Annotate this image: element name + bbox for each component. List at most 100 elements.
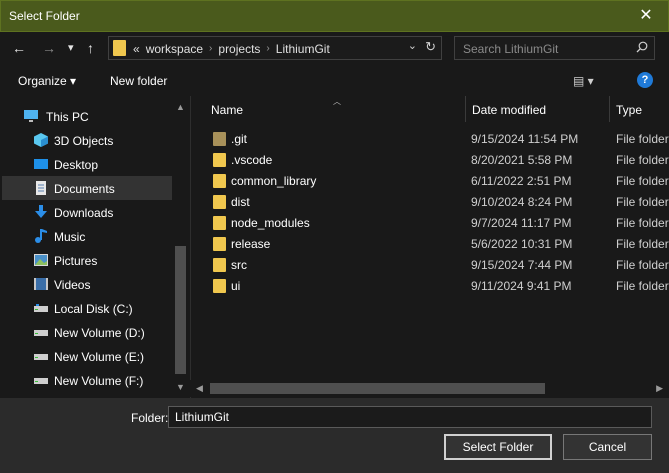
sidebar-item-new-volume-d[interactable]: New Volume (D:) [2,320,172,344]
file-list: ︿ Name Date modified Type .git 9/15/2024… [190,96,669,398]
file-type: File folder [616,153,669,167]
sidebar-item-label: Videos [54,278,91,292]
up-arrow-icon[interactable]: ↑ [87,40,94,56]
file-type: File folder [616,195,669,209]
title-bar: Select Folder ✕ [0,0,669,32]
drive-icon [34,354,48,360]
drive-icon [34,330,48,336]
scroll-up-icon[interactable]: ▲ [176,102,185,112]
file-name: dist [231,195,250,209]
view-options-icon[interactable]: ▤ ▾ [573,74,594,88]
cube-icon [34,133,48,147]
list-item[interactable]: src 9/15/2024 7:44 PM File folder [191,254,669,275]
sidebar-item-new-volume-f[interactable]: New Volume (F:) [2,368,172,392]
cancel-button[interactable]: Cancel [563,434,652,460]
folder-field-label: Folder: [131,411,169,425]
breadcrumb: « workspace › projects › LithiumGit [133,42,330,56]
sidebar-item-downloads[interactable]: Downloads [2,200,172,224]
file-date: 9/11/2024 9:41 PM [471,279,572,293]
new-folder-button[interactable]: New folder [110,74,167,88]
drive-icon [34,378,48,384]
file-type: File folder [616,216,669,230]
monitor-icon [24,110,38,122]
search-placeholder: Search LithiumGit [463,42,559,56]
list-item[interactable]: node_modules 9/7/2024 11:17 PM File fold… [191,212,669,233]
sidebar-item-label: Pictures [54,254,98,268]
sidebar-item-label: 3D Objects [54,134,114,148]
scroll-down-icon[interactable]: ▼ [176,382,185,392]
folder-icon [213,132,226,146]
breadcrumb-item-lithiumgit[interactable]: LithiumGit [276,42,330,56]
breadcrumb-overflow[interactable]: « [133,42,140,56]
file-type: File folder [616,237,669,251]
download-icon [35,205,47,218]
sidebar-item-videos[interactable]: Videos [2,272,172,296]
sidebar-scrollbar[interactable]: ▲ ▼ [172,96,189,398]
breadcrumb-item-projects[interactable]: projects [218,42,260,56]
list-item[interactable]: common_library 6/11/2022 2:51 PM File fo… [191,170,669,191]
folder-icon [213,195,226,209]
sidebar-item-new-volume-e[interactable]: New Volume (E:) [2,344,172,368]
forward-arrow-icon[interactable]: → [42,40,56,56]
sidebar-item-this-pc[interactable]: This PC [2,104,172,128]
organize-button[interactable]: Organize ▾ [18,74,76,88]
sidebar-item-label: Local Disk (C:) [54,302,133,316]
column-header-type[interactable]: Type [610,96,669,122]
folder-icon [213,279,226,293]
sidebar-item-desktop[interactable]: Desktop [2,152,172,176]
breadcrumb-separator-icon[interactable]: › [266,43,269,56]
file-date: 9/15/2024 11:54 PM [471,132,579,146]
sidebar-item-3d-objects[interactable]: 3D Objects [2,128,172,152]
search-input[interactable]: Search LithiumGit [454,36,655,60]
list-item[interactable]: ui 9/11/2024 9:41 PM File folder [191,275,669,296]
list-item[interactable]: .vscode 8/20/2021 5:58 PM File folder [191,149,669,170]
refresh-icon[interactable]: ↻ [425,39,436,55]
dialog-footer: Folder: Select Folder Cancel [0,398,669,473]
file-type: File folder [616,132,669,146]
folder-icon [213,174,226,188]
picture-icon [34,254,48,266]
horizontal-scrollbar[interactable]: ◀ ▶ [190,380,669,397]
sidebar-item-label: Music [54,230,86,244]
file-date: 9/15/2024 7:44 PM [471,258,573,272]
desktop-icon [34,159,48,169]
list-item[interactable]: dist 9/10/2024 8:24 PM File folder [191,191,669,212]
folder-name-input[interactable] [168,406,652,428]
select-folder-button[interactable]: Select Folder [444,434,552,460]
scroll-left-icon[interactable]: ◀ [196,383,203,394]
file-name: ui [231,279,241,293]
breadcrumb-item-workspace[interactable]: workspace [146,42,203,56]
column-header-date[interactable]: Date modified [466,96,610,122]
sidebar-item-label: Downloads [54,206,114,220]
folder-icon [213,153,226,167]
recent-locations-chevron-icon[interactable]: ▾ [68,40,74,56]
search-icon [636,41,648,53]
drive-icon [34,304,48,312]
sidebar-item-label: This PC [46,110,89,124]
file-name: src [231,258,247,272]
sidebar-item-label: New Volume (D:) [54,326,145,340]
column-header-name[interactable]: Name [191,96,466,122]
file-name: .vscode [231,153,273,167]
sidebar-item-label: Desktop [54,158,99,172]
scroll-right-icon[interactable]: ▶ [656,383,663,394]
sidebar-item-music[interactable]: Music [2,224,172,248]
sidebar-item-documents[interactable]: Documents [2,176,172,200]
sidebar-item-pictures[interactable]: Pictures [2,248,172,272]
list-item[interactable]: release 5/6/2022 10:31 PM File folder [191,233,669,254]
breadcrumb-separator-icon[interactable]: › [209,43,212,56]
close-icon[interactable]: ✕ [638,8,654,24]
address-dropdown-icon[interactable]: ⌄ [408,39,417,52]
folder-icon [213,258,226,272]
address-bar[interactable]: « workspace › projects › LithiumGit ⌄ ↻ [108,36,442,60]
sidebar-item-local-disk-c[interactable]: Local Disk (C:) [2,296,172,320]
file-type: File folder [616,279,669,293]
back-arrow-icon[interactable]: ← [12,40,26,56]
window-title: Select Folder [9,9,80,23]
list-item[interactable]: .git 9/15/2024 11:54 PM File folder [191,128,669,149]
sidebar-item-label: Documents [54,182,115,196]
scrollbar-thumb[interactable] [175,246,186,374]
sidebar-item-label: New Volume (F:) [54,374,144,388]
scrollbar-thumb[interactable] [210,383,545,394]
help-icon[interactable]: ? [637,72,653,88]
